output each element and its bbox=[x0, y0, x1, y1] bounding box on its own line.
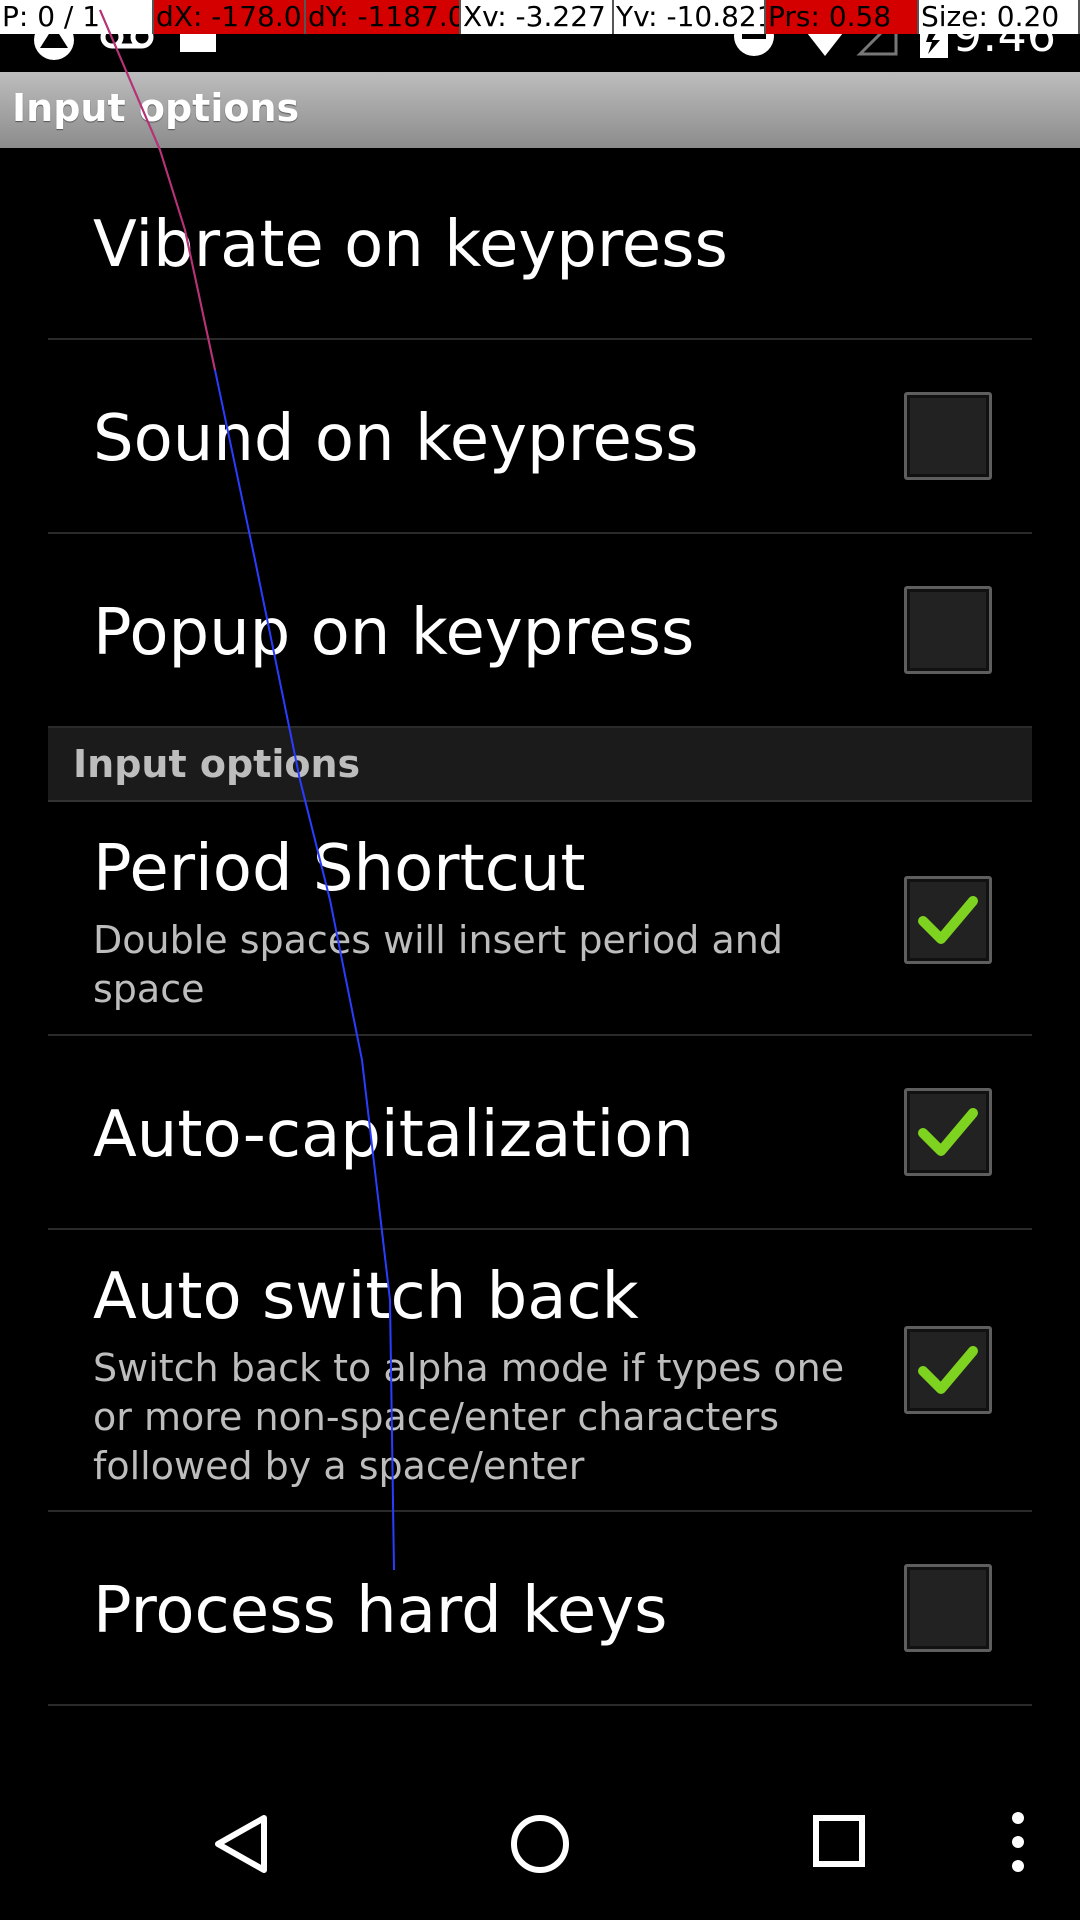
pref-title: Auto switch back bbox=[93, 1260, 639, 1334]
category-header: Input options bbox=[48, 728, 1032, 802]
pref-popup-on-keypress[interactable]: Popup on keypress bbox=[48, 534, 1032, 728]
pref-vibrate-on-keypress[interactable]: Vibrate on keypress bbox=[48, 148, 1032, 340]
pointer-pressure: Prs: 0.58 bbox=[766, 0, 919, 34]
action-bar: Input options bbox=[0, 72, 1080, 148]
auto-switch-back-checkbox[interactable] bbox=[904, 1326, 992, 1414]
sound-checkbox[interactable] bbox=[904, 392, 992, 480]
pref-period-shortcut[interactable]: Period Shortcut Double spaces will inser… bbox=[48, 802, 1032, 1036]
checkmark-icon bbox=[918, 1108, 978, 1156]
back-icon[interactable] bbox=[210, 1812, 274, 1876]
auto-capitalization-checkbox[interactable] bbox=[904, 1088, 992, 1176]
pref-auto-capitalization[interactable]: Auto-capitalization bbox=[48, 1036, 1032, 1230]
pref-title: Period Shortcut bbox=[93, 832, 586, 906]
pref-summary: Switch back to alpha mode if types one o… bbox=[93, 1346, 845, 1488]
pointer-xv: Xv: -3.227 bbox=[461, 0, 614, 34]
pointer-location-overlay: P: 0 / 1 dX: -178.0 dY: -1187.0 Xv: -3.2… bbox=[0, 0, 1080, 34]
period-shortcut-checkbox[interactable] bbox=[904, 876, 992, 964]
pref-sound-on-keypress[interactable]: Sound on keypress bbox=[48, 340, 1032, 534]
pref-title: Sound on keypress bbox=[93, 402, 699, 476]
recents-icon[interactable] bbox=[812, 1814, 868, 1870]
pref-auto-switch-back[interactable]: Auto switch back Switch back to alpha mo… bbox=[48, 1230, 1032, 1512]
pointer-size: Size: 0.20 bbox=[919, 0, 1080, 34]
process-hard-keys-checkbox[interactable] bbox=[904, 1564, 992, 1652]
pref-summary: Double spaces will insert period and spa… bbox=[93, 918, 783, 1011]
home-icon[interactable] bbox=[508, 1812, 572, 1876]
pointer-dx: dX: -178.0 bbox=[154, 0, 306, 34]
pref-title: Popup on keypress bbox=[93, 596, 695, 670]
pointer-dy: dY: -1187.0 bbox=[306, 0, 461, 34]
status-bar: 9:46 P: 0 / 1 dX: -178.0 dY: -1187.0 Xv:… bbox=[0, 0, 1080, 72]
overflow-menu-icon[interactable] bbox=[1006, 1808, 1030, 1876]
pref-title: Auto-capitalization bbox=[93, 1098, 694, 1172]
pref-title: Process hard keys bbox=[93, 1574, 668, 1648]
checkmark-icon bbox=[918, 896, 978, 944]
category-label: Input options bbox=[73, 742, 361, 786]
page-title: Input options bbox=[12, 86, 300, 130]
navigation-bar bbox=[0, 1776, 1080, 1920]
popup-checkbox[interactable] bbox=[904, 586, 992, 674]
pref-title: Vibrate on keypress bbox=[93, 208, 728, 282]
pointer-yv: Yv: -10.821 bbox=[614, 0, 766, 34]
pointer-count: P: 0 / 1 bbox=[0, 0, 154, 34]
pref-process-hard-keys[interactable]: Process hard keys bbox=[48, 1512, 1032, 1706]
checkmark-icon bbox=[918, 1346, 978, 1394]
